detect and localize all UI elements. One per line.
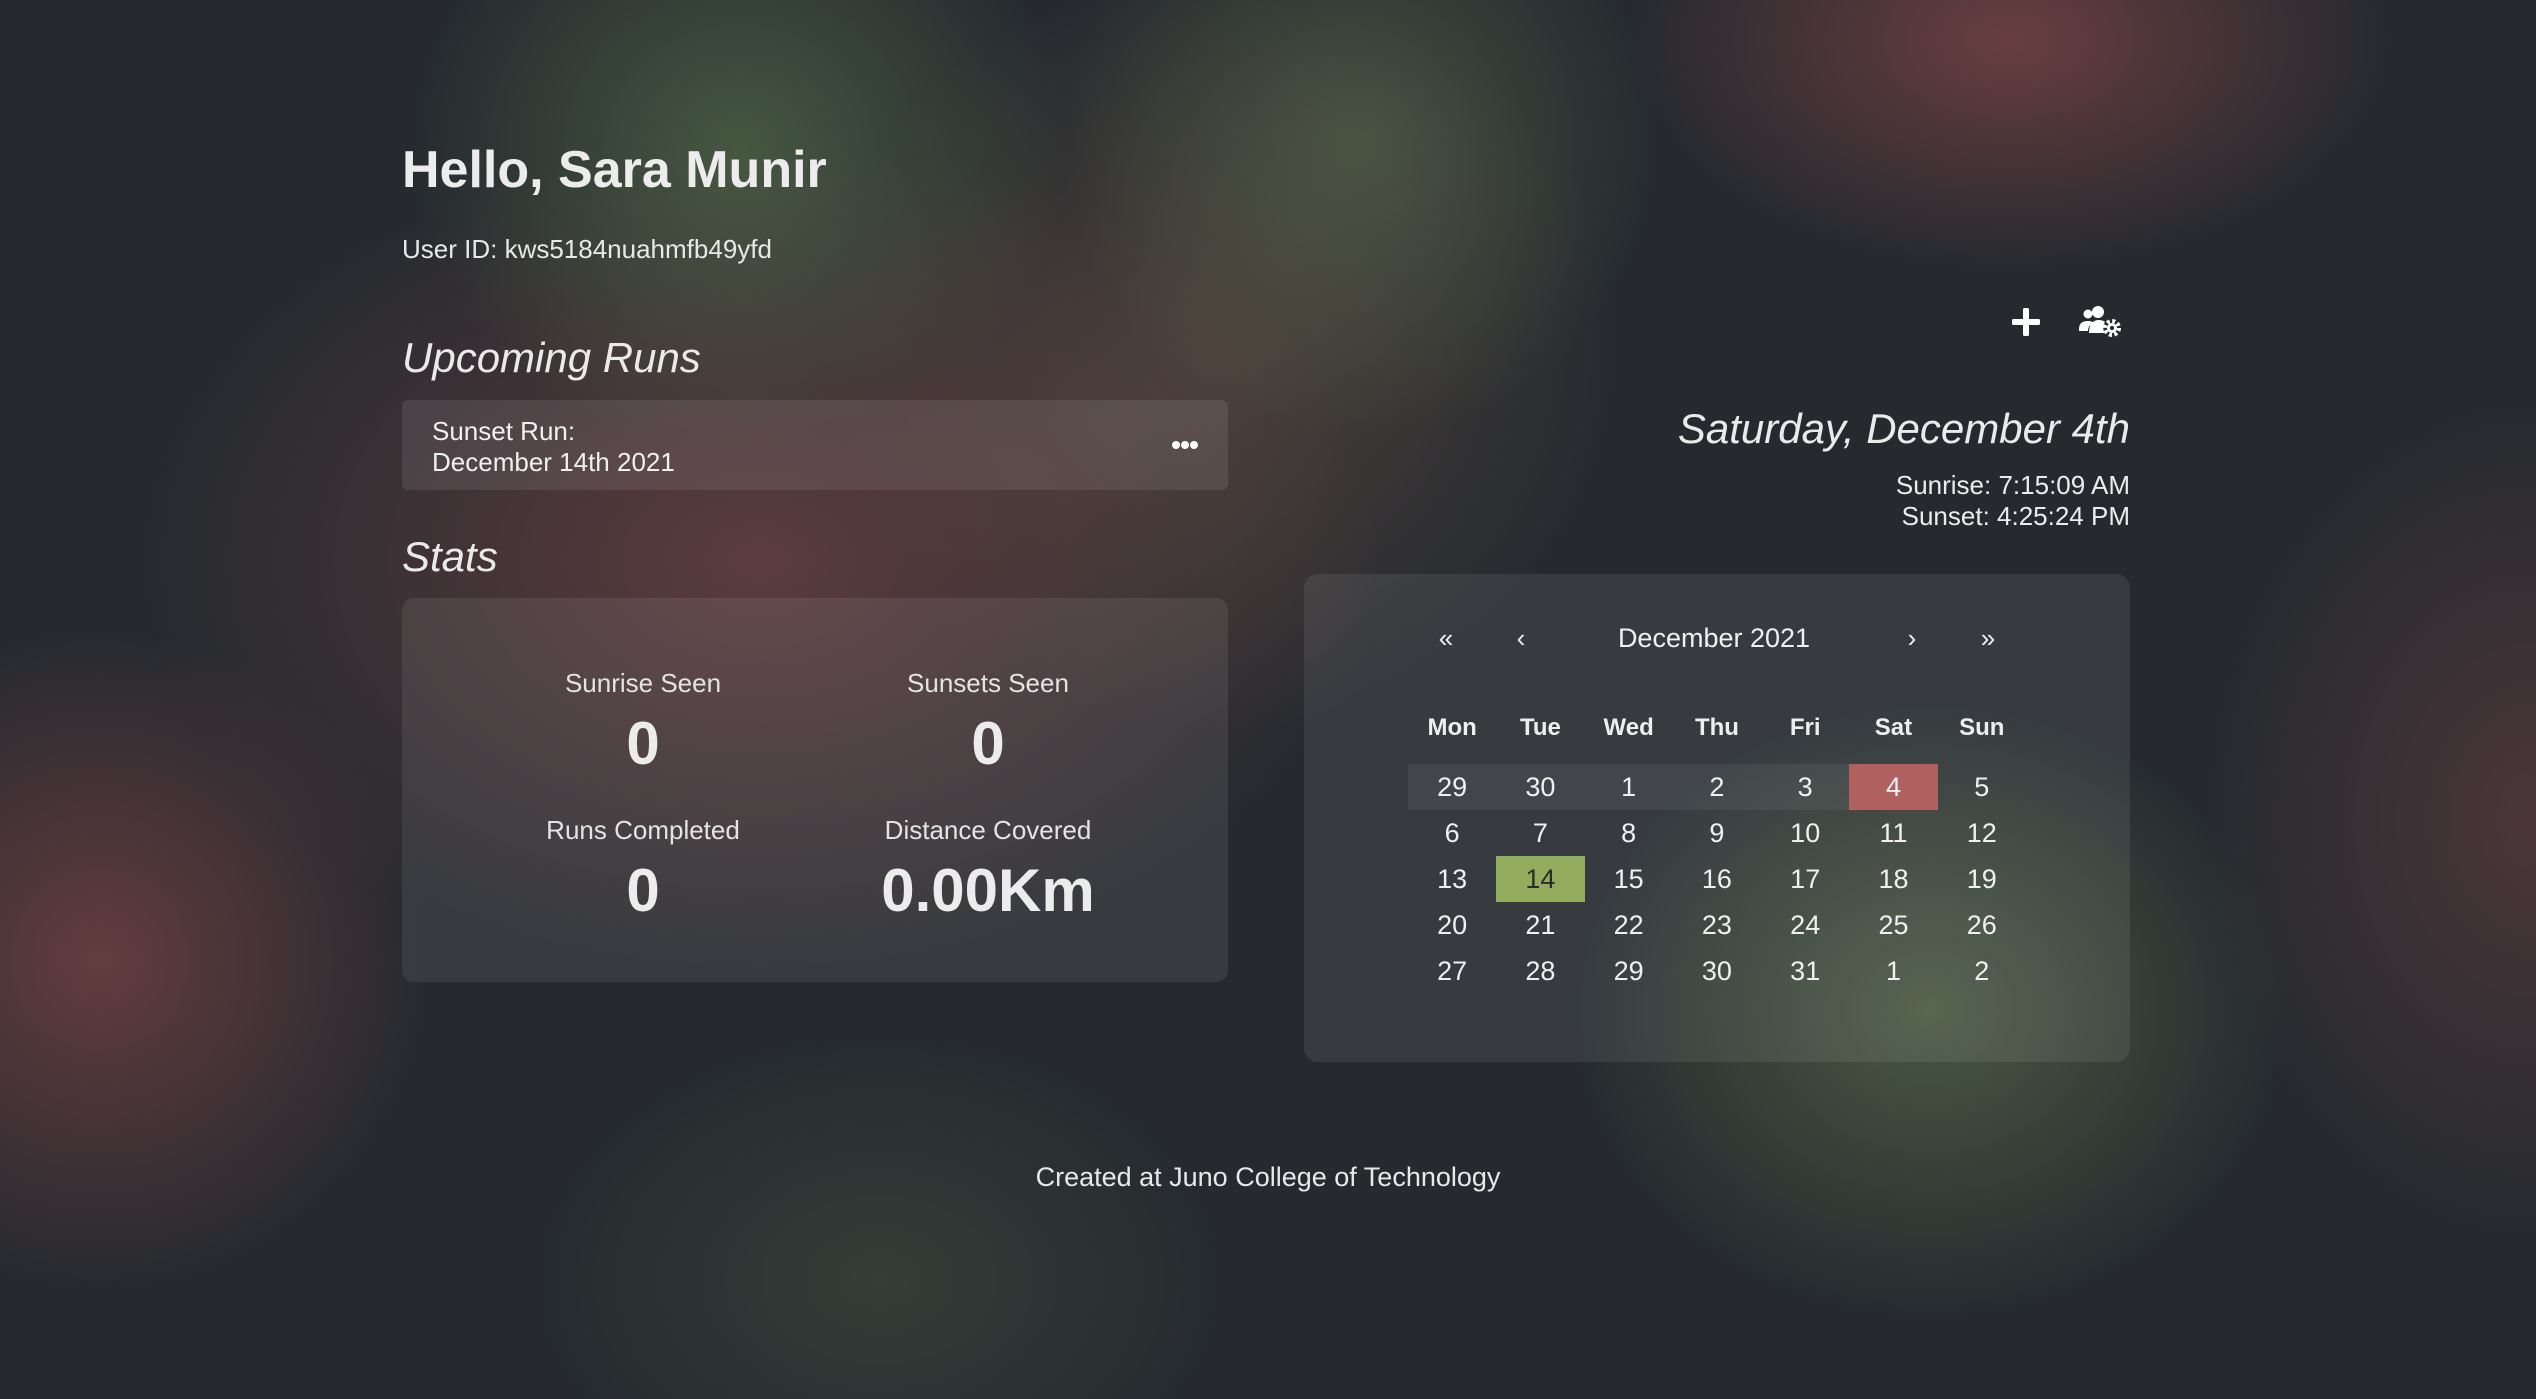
- weekday-label: Sun: [1959, 714, 2005, 741]
- calendar-day[interactable]: 2: [1672, 764, 1762, 810]
- calendar-day[interactable]: 29: [1585, 948, 1673, 994]
- greeting-heading: Hello, Sara Munir: [402, 141, 827, 199]
- users-cog-icon: [2079, 306, 2121, 337]
- calendar-day[interactable]: 16: [1673, 856, 1761, 902]
- weekday-label: Sat: [1874, 714, 1913, 741]
- weekday-label: Wed: [1603, 714, 1654, 741]
- calendar-day[interactable]: 28: [1496, 948, 1584, 994]
- stat-sunrise-seen: Sunrise Seen 0: [493, 668, 793, 778]
- calendar-day[interactable]: 13: [1408, 856, 1496, 902]
- calendar-day-today[interactable]: 4: [1849, 764, 1938, 810]
- upcoming-runs-title: Upcoming Runs: [402, 334, 701, 381]
- calendar-prev-month-button[interactable]: ‹: [1491, 618, 1551, 658]
- stat-label: Runs Completed: [546, 815, 740, 845]
- run-date: December 14th 2021: [432, 447, 675, 477]
- stat-value: 0.00Km: [881, 857, 1095, 924]
- stats-title: Stats: [402, 533, 498, 580]
- stat-label: Distance Covered: [884, 815, 1092, 845]
- calendar-prev-year-button[interactable]: «: [1416, 618, 1476, 658]
- stats-card: Sunrise Seen 0 Sunsets Seen 0 Runs Compl…: [402, 598, 1228, 982]
- calendar-day[interactable]: 7: [1496, 810, 1584, 856]
- weekday-label: Mon: [1427, 714, 1477, 741]
- stat-label: Sunrise Seen: [564, 668, 722, 698]
- calendar-day[interactable]: 23: [1673, 902, 1761, 948]
- calendar-day[interactable]: 26: [1938, 902, 2026, 948]
- calendar-day[interactable]: 15: [1585, 856, 1673, 902]
- stat-value: 0: [626, 710, 660, 777]
- calendar-day[interactable]: 19: [1938, 856, 2026, 902]
- calendar-days: 29 30 1 2 3 4 5 6 7 8 9 10 11 12 13 14 1…: [1408, 764, 2026, 994]
- calendar-day[interactable]: 8: [1585, 810, 1673, 856]
- dashboard: Hello, Sara Munir User ID: kws5184nuahmf…: [0, 0, 2536, 1399]
- calendar-day[interactable]: 20: [1408, 902, 1496, 948]
- stat-sunsets-seen: Sunsets Seen 0: [838, 668, 1138, 778]
- calendar: « ‹ December 2021 › » Mon Tue Wed Thu Fr…: [1304, 574, 2130, 1062]
- calendar-day[interactable]: 1: [1584, 764, 1673, 810]
- run-name: Sunset Run:: [432, 416, 576, 446]
- calendar-day[interactable]: 11: [1849, 810, 1937, 856]
- add-run-button[interactable]: [2006, 302, 2046, 342]
- calendar-day[interactable]: 24: [1761, 902, 1849, 948]
- calendar-day[interactable]: 30: [1496, 764, 1585, 810]
- weekday-label: Tue: [1519, 714, 1561, 741]
- calendar-next-month-button[interactable]: ›: [1882, 618, 1942, 658]
- user-id-text: User ID: kws5184nuahmfb49yfd: [402, 234, 772, 264]
- footer-credit: Created at Juno College of Technology: [1035, 1162, 1501, 1192]
- calendar-day[interactable]: 22: [1585, 902, 1673, 948]
- calendar-weekdays: Mon Tue Wed Thu Fri Sat Sun: [1408, 714, 2026, 742]
- calendar-day[interactable]: 29: [1408, 764, 1497, 810]
- ellipsis-icon: [1172, 441, 1198, 449]
- calendar-day[interactable]: 5: [1938, 764, 2026, 810]
- calendar-day[interactable]: 30: [1673, 948, 1761, 994]
- run-options-button[interactable]: [1170, 430, 1200, 460]
- calendar-day[interactable]: 10: [1761, 810, 1849, 856]
- calendar-day[interactable]: 21: [1496, 902, 1584, 948]
- stat-runs-completed: Runs Completed 0: [493, 815, 793, 925]
- calendar-day[interactable]: 27: [1408, 948, 1496, 994]
- calendar-month-label[interactable]: December 2021: [1564, 618, 1864, 658]
- stat-value: 0: [626, 857, 660, 924]
- stat-value: 0: [971, 710, 1005, 777]
- sunrise-time: Sunrise: 7:15:09 AM: [1895, 470, 2130, 500]
- stat-label: Sunsets Seen: [907, 668, 1069, 698]
- sunset-time: Sunset: 4:25:24 PM: [1901, 501, 2130, 531]
- sun-times: Sunrise: 7:15:09 AM Sunset: 4:25:24 PM: [1896, 470, 2130, 532]
- calendar-day[interactable]: 3: [1761, 764, 1850, 810]
- calendar-day[interactable]: 9: [1673, 810, 1761, 856]
- calendar-day[interactable]: 2: [1938, 948, 2026, 994]
- calendar-day[interactable]: 1: [1849, 948, 1937, 994]
- calendar-next-year-button[interactable]: »: [1958, 618, 2018, 658]
- calendar-day[interactable]: 12: [1938, 810, 2026, 856]
- calendar-day[interactable]: 31: [1761, 948, 1849, 994]
- weekday-label: Thu: [1694, 714, 1739, 741]
- calendar-day[interactable]: 6: [1408, 810, 1496, 856]
- run-details: Sunset Run: December 14th 2021: [432, 416, 675, 478]
- user-settings-button[interactable]: [2076, 302, 2124, 342]
- weekday-label: Fri: [1789, 714, 1821, 741]
- stat-distance-covered: Distance Covered 0.00Km: [838, 815, 1138, 925]
- calendar-day[interactable]: 18: [1849, 856, 1937, 902]
- calendar-day-run-scheduled[interactable]: 14: [1496, 856, 1585, 902]
- current-date-heading: Saturday, December 4th: [1677, 405, 2130, 452]
- upcoming-run-card: Sunset Run: December 14th 2021: [402, 400, 1228, 490]
- plus-icon: [2012, 308, 2040, 336]
- calendar-day[interactable]: 25: [1849, 902, 1937, 948]
- calendar-day[interactable]: 17: [1761, 856, 1849, 902]
